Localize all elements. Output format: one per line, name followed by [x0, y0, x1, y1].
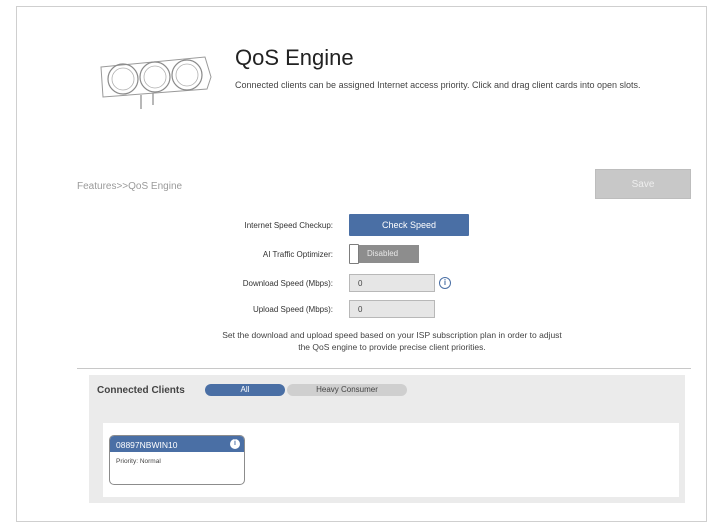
upload-speed-input[interactable]: 0: [349, 300, 435, 318]
filter-all-tab[interactable]: All: [205, 384, 285, 396]
client-priority: Priority: Normal: [116, 458, 161, 465]
client-slots-area: 08897NBWIN10 i Priority: Normal: [103, 423, 679, 497]
check-speed-button[interactable]: Check Speed: [349, 214, 469, 236]
client-card-header: 08897NBWIN10 i: [110, 436, 244, 452]
page-description: Connected clients can be assigned Intern…: [235, 80, 641, 90]
speed-checkup-label: Internet Speed Checkup:: [244, 221, 333, 230]
client-name: 08897NBWIN10: [116, 440, 178, 450]
connected-clients-title: Connected Clients: [97, 385, 185, 396]
qos-page: QoS Engine Connected clients can be assi…: [16, 6, 707, 522]
ai-optimizer-label: AI Traffic Optimizer:: [262, 250, 333, 259]
info-icon[interactable]: i: [439, 277, 451, 289]
download-speed-label: Download Speed (Mbps):: [242, 279, 333, 288]
ai-optimizer-toggle[interactable]: Disabled: [349, 244, 419, 264]
page-title: QoS Engine: [235, 45, 354, 70]
speed-help-text: Set the download and upload speed based …: [177, 329, 607, 353]
upload-speed-label: Upload Speed (Mbps):: [252, 305, 333, 314]
toggle-knob: [349, 244, 359, 264]
divider: [77, 368, 691, 369]
breadcrumb[interactable]: Features>>QoS Engine: [77, 181, 182, 192]
client-card[interactable]: 08897NBWIN10 i Priority: Normal: [109, 435, 245, 485]
save-button[interactable]: Save: [595, 169, 691, 199]
filter-heavy-consumer-tab[interactable]: Heavy Consumer: [287, 384, 407, 396]
client-info-icon[interactable]: i: [230, 439, 240, 449]
help-line-1: Set the download and upload speed based …: [222, 330, 562, 340]
router-lights-icon: [100, 56, 212, 109]
connected-clients-panel: Connected Clients All Heavy Consumer 088…: [89, 375, 685, 503]
help-line-2: the QoS engine to provide precise client…: [298, 342, 486, 352]
toggle-state: Disabled: [367, 249, 399, 258]
download-speed-input[interactable]: 0: [349, 274, 435, 292]
